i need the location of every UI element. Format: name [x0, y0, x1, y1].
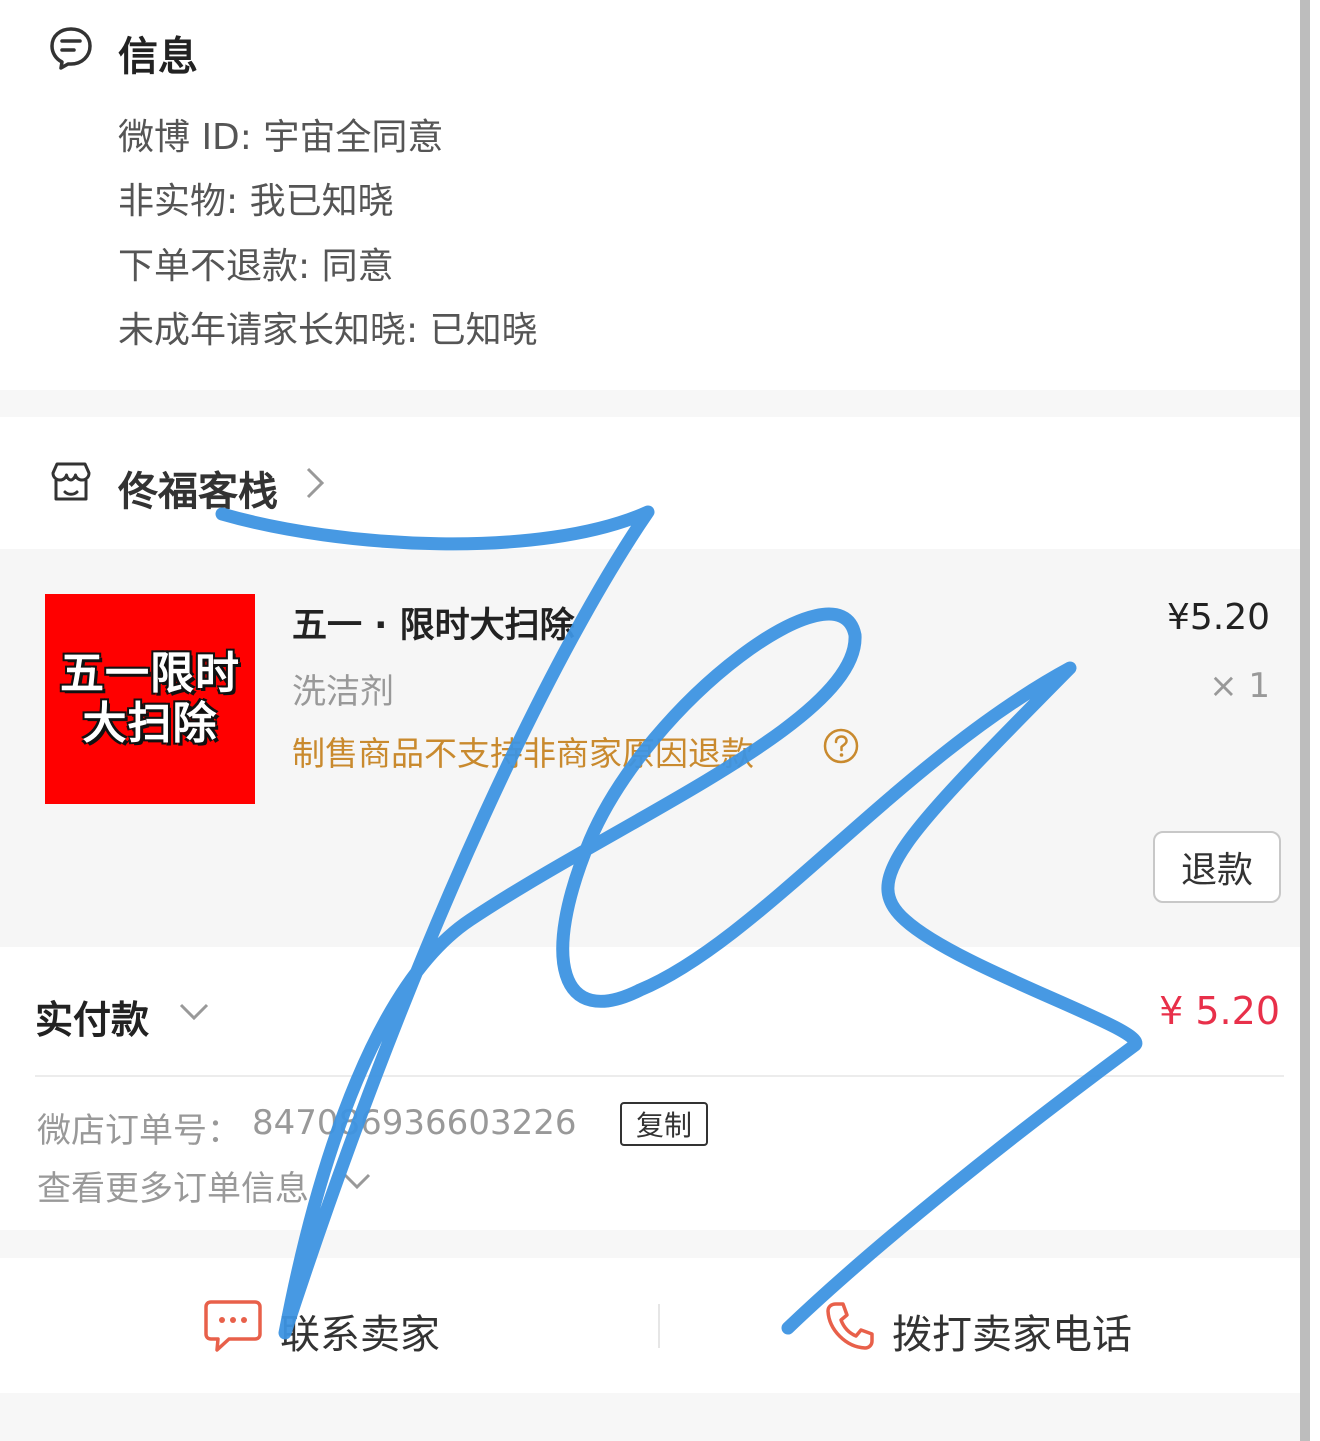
chevron-right-icon	[306, 467, 325, 499]
info-row-minor-notice: 未成年请家长知晓: 已知晓	[118, 310, 538, 351]
store-icon	[51, 462, 91, 501]
product-quantity: × 1	[1209, 666, 1270, 706]
order-number: 847086936603226	[252, 1103, 577, 1143]
product-title[interactable]: 五一 · 限时大扫除	[292, 597, 575, 648]
thumbnail-line-2: 大扫除	[82, 698, 218, 749]
chat-bubble-icon[interactable]	[203, 1298, 263, 1354]
refund-notice: 制售商品不支持非商家原因退款	[292, 734, 754, 773]
message-icon	[48, 22, 94, 74]
payment-section: 实付款 ¥ 5.20 微店订单号： 847086936603226 复制 查看更…	[0, 947, 1300, 1230]
chevron-down-icon[interactable]	[340, 1167, 374, 1197]
shop-header[interactable]: 佟福客栈	[0, 417, 1300, 549]
scrollbar-thumb[interactable]	[1300, 0, 1310, 1441]
divider	[35, 1075, 1284, 1077]
paid-amount-label[interactable]: 实付款	[35, 989, 149, 1044]
thumbnail-line-1: 五一限时	[60, 648, 240, 699]
help-icon[interactable]	[822, 727, 860, 765]
contact-seller-button[interactable]: 联系卖家	[280, 1302, 440, 1360]
info-row-no-refund: 下单不退款: 同意	[118, 246, 394, 287]
info-title: 信息	[118, 34, 198, 80]
copy-order-number-button[interactable]: 复制	[620, 1102, 708, 1146]
paid-amount: ¥ 5.20	[1159, 989, 1280, 1033]
info-row-non-physical: 非实物: 我已知晓	[118, 181, 394, 222]
phone-icon[interactable]	[822, 1298, 878, 1354]
call-seller-button[interactable]: 拨打卖家电话	[892, 1302, 1132, 1360]
info-section: 信息 微博 ID: 宇宙全同意 非实物: 我已知晓 下单不退款: 同意 未成年请…	[0, 0, 1300, 390]
info-row-weibo-id: 微博 ID: 宇宙全同意	[118, 117, 444, 158]
product-price: ¥5.20	[1166, 597, 1270, 638]
order-number-label: 微店订单号：	[37, 1111, 241, 1151]
product-thumbnail[interactable]: 五一限时 大扫除	[45, 594, 255, 804]
divider	[658, 1304, 660, 1348]
view-more-order-info[interactable]: 查看更多订单信息	[37, 1161, 309, 1210]
refund-button[interactable]: 退款	[1153, 831, 1281, 903]
chevron-down-icon[interactable]	[176, 997, 212, 1027]
shop-name[interactable]: 佟福客栈	[118, 459, 278, 517]
product-card[interactable]: 五一限时 大扫除 五一 · 限时大扫除 洗洁剂 制售商品不支持非商家原因退款 ¥…	[0, 549, 1300, 947]
product-spec: 洗洁剂	[292, 672, 394, 712]
bottom-actions: 联系卖家 拨打卖家电话	[0, 1258, 1300, 1393]
